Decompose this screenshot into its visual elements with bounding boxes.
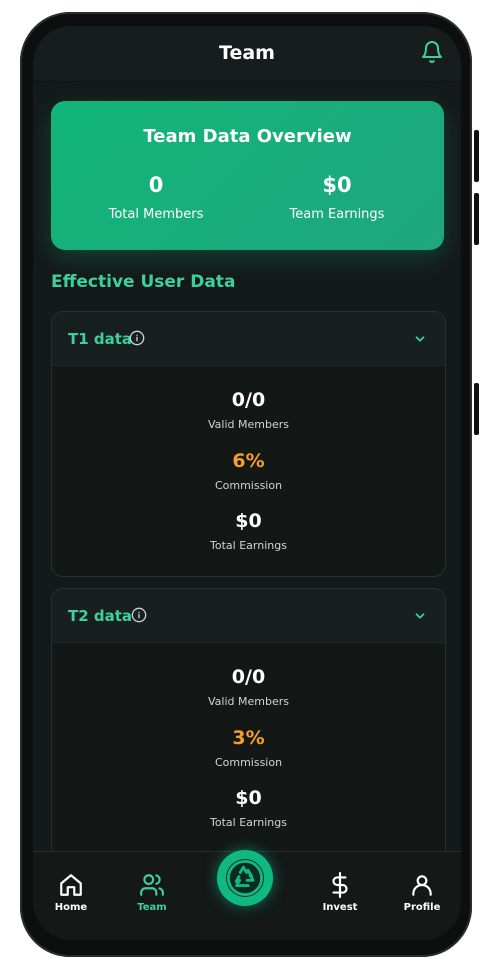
team-earnings-value: $0 <box>322 173 352 197</box>
total-earnings-label: Total Earnings <box>210 816 287 829</box>
recycle-button-inner <box>226 859 264 897</box>
commission-label: Commission <box>214 479 283 492</box>
tier-card-t1: T1 data 0/0 Valid Members 6% Commission … <box>51 311 446 577</box>
valid-members-value: 0/0 <box>231 666 266 688</box>
tier-header-t2[interactable]: T2 data <box>52 589 445 643</box>
info-icon[interactable] <box>131 607 147 623</box>
commission-label: Commission <box>214 756 283 769</box>
team-overview-card: Team Data Overview 0 Total Members $0 Te… <box>51 101 444 250</box>
nav-team[interactable]: Team <box>122 872 182 913</box>
nav-profile-label: Profile <box>403 902 441 913</box>
info-icon[interactable] <box>129 330 145 346</box>
commission-stat: 6% Commission <box>52 450 445 492</box>
side-button-middle <box>474 193 479 245</box>
nav-invest-label: Invest <box>322 902 358 913</box>
valid-members-stat: 0/0 Valid Members <box>52 389 445 431</box>
total-members-stat: 0 Total Members <box>66 173 246 222</box>
chevron-down-icon[interactable] <box>413 609 427 623</box>
dollar-icon <box>332 872 348 898</box>
bell-icon[interactable] <box>420 40 444 64</box>
tier-body-t1: 0/0 Valid Members 6% Commission $0 Total… <box>52 366 445 576</box>
total-earnings-stat: $0 Total Earnings <box>52 787 445 829</box>
team-earnings-label: Team Earnings <box>289 207 385 222</box>
total-members-value: 0 <box>148 173 164 197</box>
total-members-label: Total Members <box>108 207 204 222</box>
tier-body-t2: 0/0 Valid Members 3% Commission $0 Total… <box>52 643 445 853</box>
nav-team-label: Team <box>137 902 167 913</box>
chevron-down-icon[interactable] <box>413 332 427 346</box>
recycle-icon <box>226 859 264 897</box>
team-earnings-stat: $0 Team Earnings <box>247 173 427 222</box>
tier-label: T1 data <box>68 330 133 348</box>
valid-members-label: Valid Members <box>208 418 289 431</box>
tier-header-t1[interactable]: T1 data <box>52 312 445 366</box>
commission-value: 6% <box>232 450 265 472</box>
tier-label: T2 data <box>68 607 133 625</box>
nav-profile[interactable]: Profile <box>392 872 452 913</box>
users-icon <box>140 874 164 896</box>
recycle-button[interactable] <box>217 850 273 906</box>
nav-invest[interactable]: Invest <box>310 872 370 913</box>
commission-stat: 3% Commission <box>52 727 445 769</box>
valid-members-stat: 0/0 Valid Members <box>52 666 445 708</box>
app-screen: Team Team Data Overview 0 Total Members … <box>33 26 461 940</box>
valid-members-label: Valid Members <box>208 695 289 708</box>
total-earnings-value: $0 <box>235 510 262 532</box>
nav-home-label: Home <box>54 902 88 913</box>
nav-home[interactable]: Home <box>41 872 101 913</box>
total-earnings-stat: $0 Total Earnings <box>52 510 445 552</box>
valid-members-value: 0/0 <box>231 389 266 411</box>
total-earnings-value: $0 <box>235 787 262 809</box>
user-icon <box>412 875 432 896</box>
total-earnings-label: Total Earnings <box>210 539 287 552</box>
side-button-upper <box>474 130 479 182</box>
bottom-nav: Home Team Invest Profile <box>33 850 461 940</box>
commission-value: 3% <box>232 727 265 749</box>
home-icon <box>60 874 82 896</box>
page-title: Team <box>219 42 275 64</box>
section-title: Effective User Data <box>51 272 236 292</box>
side-button-lower <box>474 383 479 435</box>
tier-card-t2: T2 data 0/0 Valid Members 3% Commission … <box>51 588 446 860</box>
top-bar: Team <box>33 26 461 82</box>
overview-title: Team Data Overview <box>143 126 352 147</box>
